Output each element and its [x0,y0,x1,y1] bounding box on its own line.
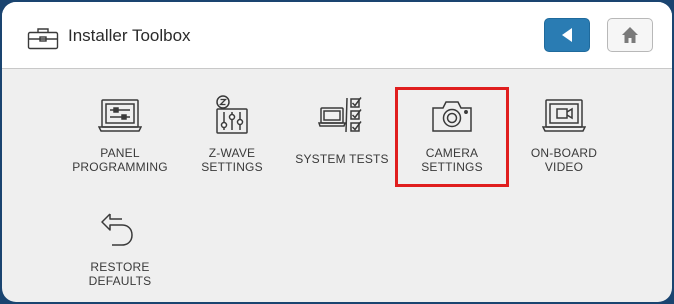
page-title: Installer Toolbox [68,26,191,45]
toolbox-icon [27,28,59,50]
camera-icon [432,101,472,132]
home-icon [622,27,638,43]
tile-z-wave-settings[interactable]: Z-WAVE SETTINGS [184,94,280,188]
tile-on-board-video[interactable]: ON-BOARD VIDEO [516,98,612,188]
tile-camera-settings[interactable]: CAMERA SETTINGS [404,98,500,182]
restore-icon [101,213,133,246]
tile-restore-defaults[interactable]: RESTORE DEFAULTS [72,210,168,296]
home-button[interactable] [607,18,653,52]
tile-label: SYSTEM TESTS [295,152,389,166]
z-wave-settings-icon [216,95,248,134]
tile-label: RESTORE DEFAULTS [88,260,152,288]
panel-programming-icon [98,99,142,132]
header-bar: Installer Toolbox [2,2,672,69]
system-tests-icon [318,97,362,133]
tile-label: CAMERA SETTINGS [421,146,483,174]
back-arrow-icon [562,28,572,42]
installer-toolbox-window: Installer Toolbox PANEL PROGRAMMING Z-WA… [2,2,672,302]
tile-label: Z-WAVE SETTINGS [201,146,263,174]
tile-system-tests[interactable]: SYSTEM TESTS [294,94,390,188]
tile-panel-programming[interactable]: PANEL PROGRAMMING [72,98,168,188]
tile-label: ON-BOARD VIDEO [530,146,598,174]
back-button[interactable] [544,18,590,52]
tile-label: PANEL PROGRAMMING [72,146,168,174]
on-board-video-icon [542,99,586,132]
